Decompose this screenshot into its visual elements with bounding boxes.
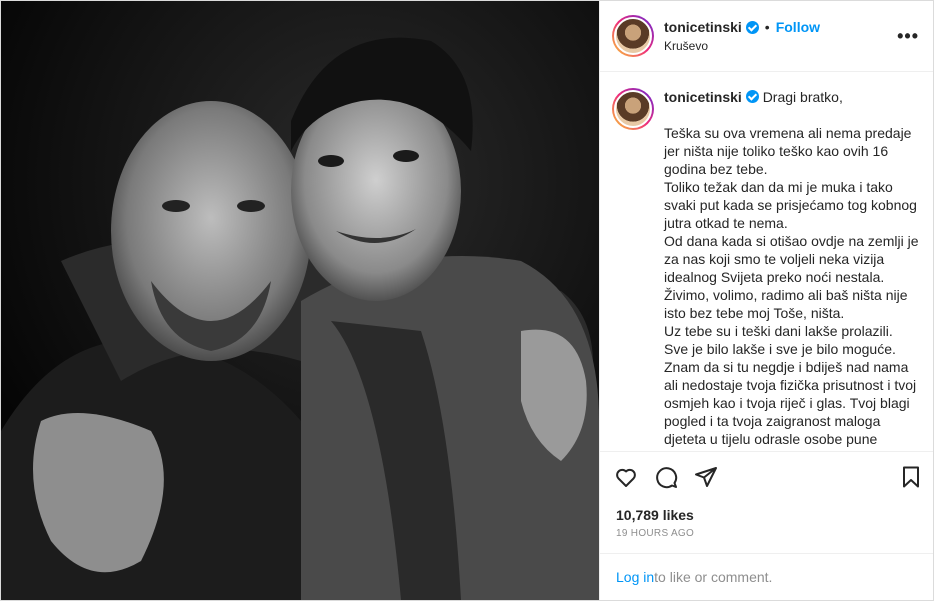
avatar[interactable] bbox=[612, 15, 654, 57]
follow-button[interactable]: Follow bbox=[776, 19, 820, 35]
avatar-image bbox=[614, 17, 652, 55]
like-count[interactable]: 10,789 likes bbox=[600, 501, 933, 523]
header-text: tonicetinski • Follow Kruševo bbox=[664, 19, 897, 53]
caption-row: tonicetinski Dragi bratko, Teška su ova … bbox=[612, 88, 919, 451]
more-icon[interactable]: ••• bbox=[897, 26, 919, 47]
post-container: tonicetinski • Follow Kruševo ••• tonice… bbox=[0, 0, 934, 601]
caption-body: tonicetinski Dragi bratko, Teška su ova … bbox=[664, 88, 919, 451]
caption-area: tonicetinski Dragi bratko, Teška su ova … bbox=[600, 72, 933, 451]
login-prompt: Log in to like or comment. bbox=[600, 553, 933, 600]
action-bar bbox=[600, 451, 933, 501]
caption-avatar[interactable] bbox=[612, 88, 654, 130]
post-image bbox=[1, 1, 599, 600]
login-link[interactable]: Log in bbox=[616, 569, 654, 585]
caption-username[interactable]: tonicetinski bbox=[664, 89, 742, 105]
login-rest: to like or comment. bbox=[654, 569, 773, 585]
post-header: tonicetinski • Follow Kruševo ••• bbox=[600, 1, 933, 72]
verified-icon bbox=[745, 20, 759, 34]
caption-greeting: Dragi bratko, bbox=[762, 89, 843, 105]
header-row: tonicetinski • Follow bbox=[664, 19, 897, 35]
post-timestamp[interactable]: 19 HOURS AGO bbox=[600, 523, 933, 553]
post-sidebar: tonicetinski • Follow Kruševo ••• tonice… bbox=[599, 1, 933, 600]
separator-dot: • bbox=[764, 19, 770, 35]
caption-text: Teška su ova vremena ali nema predaje je… bbox=[664, 125, 919, 451]
caption-first-line: tonicetinski Dragi bratko, bbox=[664, 88, 919, 106]
bookmark-icon[interactable] bbox=[899, 465, 923, 489]
caption-verified-icon bbox=[745, 90, 759, 103]
share-icon[interactable] bbox=[694, 465, 718, 489]
comment-icon[interactable] bbox=[654, 465, 678, 489]
location-link[interactable]: Kruševo bbox=[664, 39, 897, 53]
heart-icon[interactable] bbox=[614, 465, 638, 489]
post-photo[interactable] bbox=[1, 1, 599, 600]
caption-avatar-image bbox=[614, 90, 652, 128]
username-link[interactable]: tonicetinski bbox=[664, 19, 742, 35]
